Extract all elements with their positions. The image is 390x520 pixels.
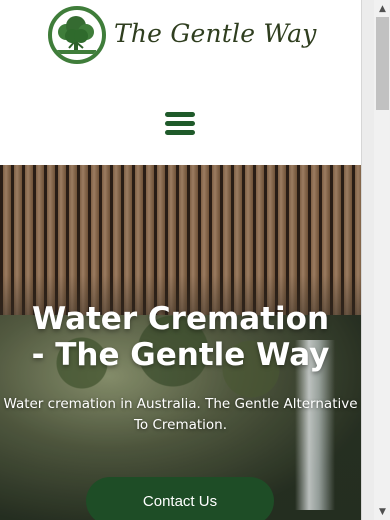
hamburger-menu-icon[interactable] bbox=[160, 106, 200, 140]
tree-logo-icon bbox=[48, 6, 106, 64]
scrollbar-thumb[interactable] bbox=[376, 17, 389, 110]
hero-section: Water Cremation - The Gentle Way Water c… bbox=[0, 165, 361, 520]
logo-text: The Gentle Way bbox=[114, 19, 317, 48]
site-header: The Gentle Way bbox=[0, 0, 361, 165]
hero-title-line1: Water Cremation bbox=[31, 301, 330, 337]
hero-subtitle: Water cremation in Australia. The Gentle… bbox=[3, 396, 358, 433]
scroll-down-arrow-icon[interactable]: ▼ bbox=[374, 503, 390, 520]
menu-bar-middle bbox=[165, 120, 195, 126]
scroll-up-arrow-icon[interactable]: ▲ bbox=[374, 0, 390, 17]
menu-bar-top bbox=[165, 111, 195, 117]
page-viewport: The Gentle Way Water Cremation - The Gen… bbox=[0, 0, 361, 520]
contact-us-button[interactable]: Contact Us bbox=[86, 477, 274, 520]
hero-title: Water Cremation - The Gentle Way bbox=[0, 301, 361, 373]
vertical-scrollbar[interactable]: ▲ ▼ bbox=[361, 0, 390, 520]
menu-bar-bottom bbox=[165, 129, 195, 135]
hero-title-line2: - The Gentle Way bbox=[31, 337, 330, 373]
site-logo[interactable]: The Gentle Way bbox=[46, 5, 316, 75]
